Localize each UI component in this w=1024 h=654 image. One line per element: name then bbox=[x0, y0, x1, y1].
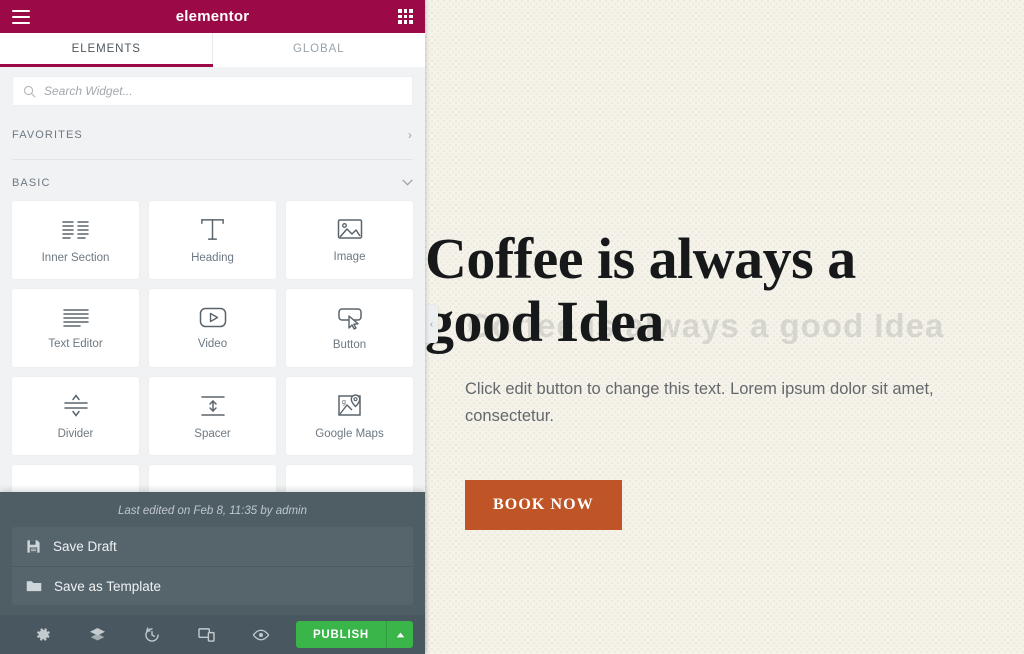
spacer-icon bbox=[200, 395, 225, 416]
history-revisions-icon[interactable] bbox=[125, 626, 179, 643]
tab-global-label: GLOBAL bbox=[293, 42, 345, 55]
widget-label: Text Editor bbox=[48, 337, 103, 350]
publish-group: PUBLISH bbox=[295, 621, 414, 648]
widget-label: Video bbox=[197, 338, 228, 350]
editor-bottom-bar: PUBLISH bbox=[0, 615, 425, 654]
tab-elements[interactable]: ELEMENTS bbox=[0, 33, 213, 67]
editor-panel: elementor ELEMENTS GLOBAL Search Widget.… bbox=[0, 0, 425, 654]
panel-header: elementor bbox=[0, 0, 425, 33]
search-widget-area bbox=[0, 67, 425, 116]
search-box[interactable] bbox=[12, 76, 413, 106]
preview-eye-icon[interactable] bbox=[234, 629, 288, 641]
widget-label: Spacer bbox=[194, 427, 231, 440]
publish-options-caret[interactable] bbox=[386, 621, 414, 648]
navigator-layers-icon[interactable] bbox=[70, 627, 124, 642]
hero-heading[interactable]: Coffee is always a good Idea bbox=[425, 227, 984, 353]
save-draft-button[interactable]: Save Draft bbox=[12, 527, 413, 566]
settings-gear-icon[interactable] bbox=[16, 627, 70, 642]
divider-icon bbox=[63, 393, 88, 417]
widget-heading[interactable]: Heading bbox=[149, 201, 276, 279]
category-basic[interactable]: BASIC bbox=[0, 164, 425, 201]
google-maps-icon: g bbox=[337, 393, 361, 416]
save-item-label: Save Draft bbox=[53, 539, 117, 554]
inner-section-icon bbox=[61, 220, 89, 239]
widget-label: Inner Section bbox=[41, 251, 110, 264]
widget-inner-section[interactable]: Inner Section bbox=[12, 201, 139, 279]
caret-up-icon bbox=[396, 632, 404, 637]
heading-icon bbox=[201, 219, 224, 240]
category-favorites-label: FAVORITES bbox=[12, 128, 83, 141]
category-favorites[interactable]: FAVORITES › bbox=[0, 116, 425, 153]
tab-elements-label: ELEMENTS bbox=[71, 42, 141, 55]
folder-icon bbox=[26, 581, 42, 592]
widget-label: Button bbox=[332, 338, 367, 351]
responsive-mode-icon[interactable] bbox=[179, 627, 233, 642]
elementor-logo-text: elementor bbox=[175, 8, 250, 25]
image-icon bbox=[337, 219, 362, 239]
text-editor-icon bbox=[62, 308, 89, 327]
save-options-list: Save Draft Save as Template bbox=[12, 527, 413, 605]
save-options-panel: Last edited on Feb 8, 11:35 by admin Sav… bbox=[0, 492, 425, 654]
hamburger-menu-icon[interactable] bbox=[12, 9, 30, 24]
widget-video[interactable]: Video bbox=[149, 289, 276, 367]
category-basic-label: BASIC bbox=[12, 176, 51, 189]
chevron-left-icon: ‹ bbox=[429, 318, 434, 330]
panel-collapse-handle[interactable]: ‹ bbox=[425, 305, 438, 343]
svg-text:g: g bbox=[342, 399, 346, 406]
page-preview: ‹ Coffee is always a good Idea Coffee is… bbox=[425, 0, 1024, 654]
last-edited-label: Last edited on Feb 8, 11:35 by admin bbox=[117, 505, 308, 517]
button-icon bbox=[337, 307, 362, 330]
elementor-editor: elementor ELEMENTS GLOBAL Search Widget.… bbox=[0, 0, 1024, 654]
grid-apps-icon[interactable] bbox=[398, 9, 413, 24]
tab-global[interactable]: GLOBAL bbox=[212, 33, 425, 67]
save-as-template-button[interactable]: Save as Template bbox=[12, 566, 413, 605]
widget-label: Google Maps bbox=[315, 427, 384, 440]
widget-image[interactable]: Image bbox=[286, 201, 413, 279]
widget-google-maps[interactable]: g Google Maps bbox=[286, 377, 413, 455]
category-divider bbox=[12, 159, 413, 160]
publish-button[interactable]: PUBLISH bbox=[295, 621, 387, 648]
search-icon bbox=[23, 85, 36, 97]
widget-text-editor[interactable]: Text Editor bbox=[12, 289, 139, 367]
hero-subtitle[interactable]: Click edit button to change this text. L… bbox=[465, 376, 1010, 429]
widget-spacer[interactable]: Spacer bbox=[149, 377, 276, 455]
widget-label: Heading bbox=[191, 252, 234, 264]
widget-label: Divider bbox=[57, 427, 94, 440]
panel-tabs: ELEMENTS GLOBAL bbox=[0, 33, 425, 67]
chevron-down-icon bbox=[402, 179, 413, 186]
video-icon bbox=[199, 307, 226, 328]
chevron-right-icon: › bbox=[407, 127, 413, 142]
search-input[interactable] bbox=[44, 84, 402, 98]
save-item-label: Save as Template bbox=[54, 578, 162, 594]
widget-divider[interactable]: Divider bbox=[12, 377, 139, 455]
widget-label: Image bbox=[333, 251, 366, 263]
floppy-disk-icon bbox=[27, 540, 40, 553]
book-now-button[interactable]: BOOK NOW bbox=[465, 480, 622, 530]
widget-button[interactable]: Button bbox=[286, 289, 413, 367]
